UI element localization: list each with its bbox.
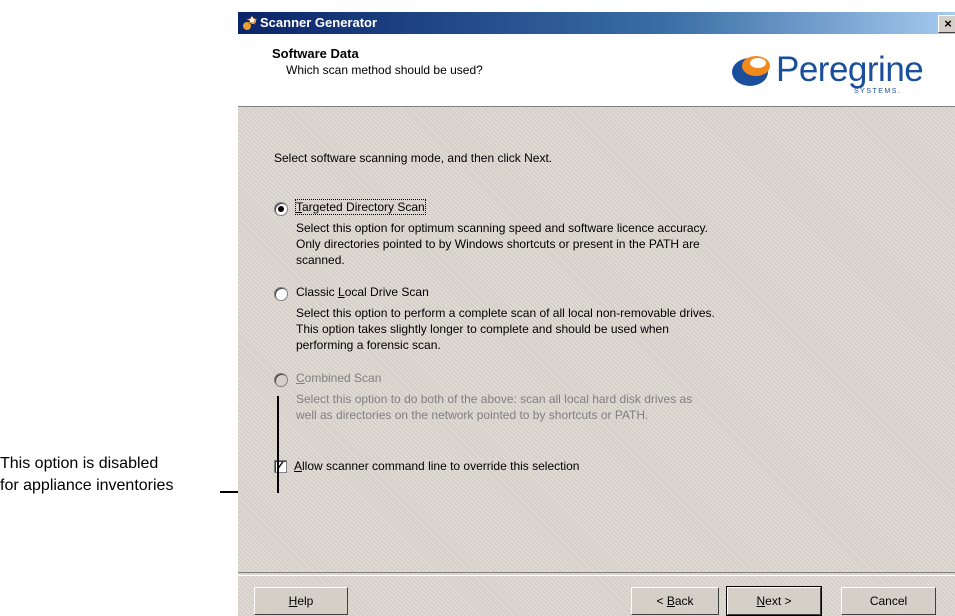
option-label-text: Classic [296,285,339,299]
button-label: < [656,594,667,608]
option-label-combined-scan[interactable]: Combined Scan [296,371,381,385]
scanner-generator-window: Scanner Generator × Software Data Which … [238,12,955,616]
desc-line: Select this option to do both of the abo… [296,392,693,406]
option-label-text: argeted Directory Scan [302,200,425,214]
override-selection-checkbox[interactable]: ✓ [274,460,287,473]
radio-selected-dot [278,206,284,212]
help-button[interactable]: Help [254,587,348,615]
wizard-content: Select software scanning mode, and then … [238,107,955,616]
window-title: Scanner Generator [260,15,378,30]
option-label-targeted-directory-scan[interactable]: Targeted Directory Scan [295,199,426,215]
desc-line: scanned. [296,253,345,267]
instruction-text: Select software scanning mode, and then … [274,151,553,165]
wizard-header: Software Data Which scan method should b… [238,34,955,107]
peregrine-logo: Peregrine SYSTEMS. [718,40,955,100]
desc-line: This option takes slightly longer to com… [296,322,669,336]
title-bar[interactable]: Scanner Generator × [238,12,955,34]
callout-leader-vertical [277,396,279,493]
desc-line: performing a forensic scan. [296,338,441,352]
desc-line: Only directories pointed to by Windows s… [296,237,700,251]
close-button[interactable]: × [938,15,955,33]
override-selection-label[interactable]: Allow scanner command line to override t… [294,459,579,473]
option-desc-targeted-directory-scan: Select this option for optimum scanning … [296,220,816,268]
logo-subtext: SYSTEMS. [854,88,902,95]
back-button[interactable]: < Back [631,587,719,615]
option-accesskey: A [294,459,303,473]
scanner-app-icon [243,15,258,30]
button-accesskey: B [666,594,675,608]
page-subtitle: Which scan method should be used? [286,63,483,77]
checkbox-label-text: llow scanner command line to override th… [302,459,580,473]
peregrine-swirl-icon [732,56,770,86]
callout-annotation: This option is disabled for appliance in… [0,453,215,497]
radio-classic-local-drive-scan[interactable] [274,287,288,301]
option-label-classic-local-drive-scan[interactable]: Classic Local Drive Scan [296,285,429,299]
option-accesskey: C [296,371,305,385]
option-desc-classic-local-drive-scan: Select this option to perform a complete… [296,305,816,353]
option-label-text: ombined Scan [304,371,382,385]
button-label: elp [297,594,314,608]
close-icon: × [944,16,952,31]
callout-line-2: for appliance inventories [0,477,174,494]
next-button[interactable]: Next > [726,586,822,616]
callout-line-1: This option is disabled [0,455,159,472]
button-label: ext > [765,594,792,608]
logo-wordmark: Peregrine [776,50,924,89]
radio-targeted-directory-scan[interactable] [274,202,288,216]
option-accesskey: L [338,285,345,299]
button-divider [238,572,955,576]
button-label: ack [674,594,694,608]
page-title: Software Data [272,46,359,61]
cancel-button[interactable]: Cancel [841,587,936,615]
radio-combined-scan[interactable] [274,373,288,387]
desc-line: well as directories on the network point… [296,408,649,422]
button-accesskey: N [756,594,766,608]
option-desc-combined-scan: Select this option to do both of the abo… [296,391,816,423]
option-label-text: ocal Drive Scan [344,285,429,299]
desc-line: Select this option to perform a complete… [296,306,715,320]
desc-line: Select this option for optimum scanning … [296,221,708,235]
